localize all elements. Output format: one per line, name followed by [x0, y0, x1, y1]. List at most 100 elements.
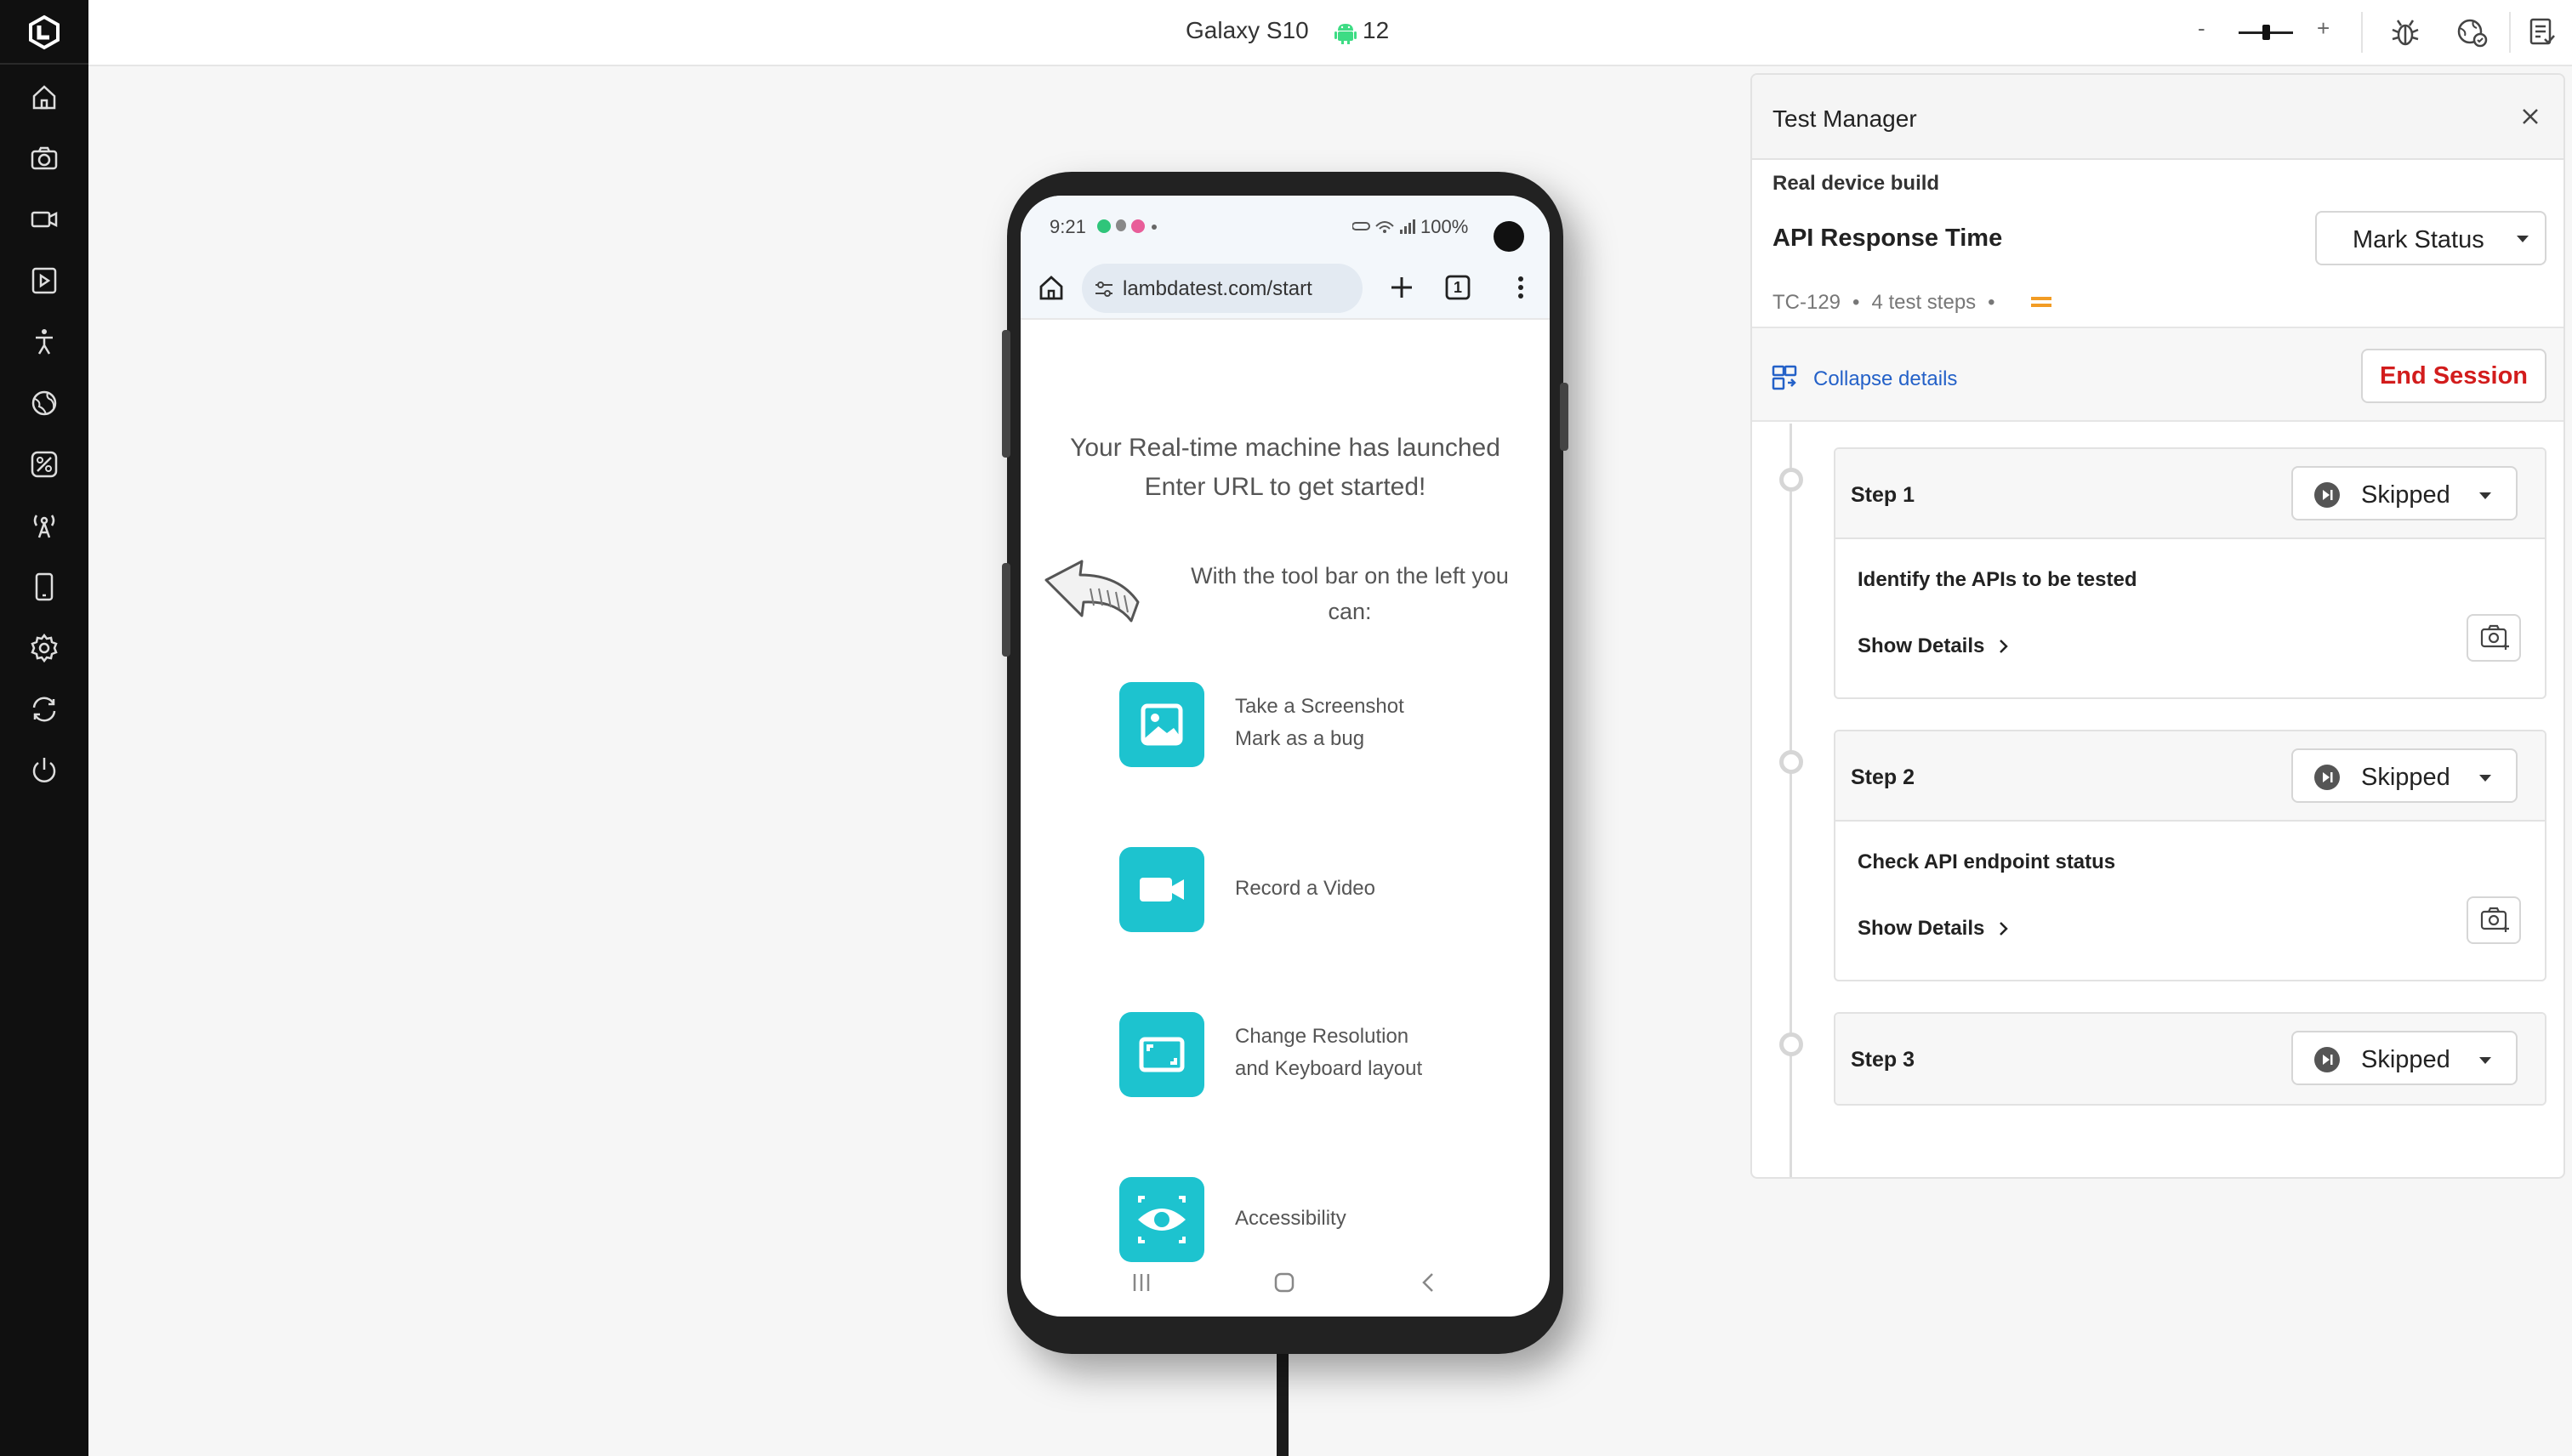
lambdatest-logo-icon[interactable] [26, 14, 63, 51]
step-count: 4 test steps [1871, 291, 1977, 314]
camera-plus-icon [2480, 907, 2509, 932]
globe-check-icon[interactable] [2453, 14, 2490, 51]
accessibility-icon[interactable] [27, 325, 61, 359]
step-title: Step 2 [1851, 765, 1915, 789]
add-screenshot-button[interactable] [2467, 614, 2521, 662]
device-icon[interactable] [27, 570, 61, 604]
feature-label: and Keyboard layout [1235, 1057, 1423, 1080]
android-home-icon[interactable] [1267, 1265, 1301, 1300]
android-icon [1332, 19, 1359, 46]
step-status-dropdown[interactable]: Skipped [2291, 1031, 2518, 1085]
android-nav-bar [1021, 1248, 1550, 1317]
settings-icon[interactable] [27, 631, 61, 665]
step-status-label: Skipped [2361, 764, 2450, 791]
browser-home-icon[interactable] [1036, 272, 1067, 303]
camera-icon[interactable] [27, 141, 61, 175]
step-header: Step 2 Skipped [1835, 731, 2545, 822]
step-status-label: Skipped [2361, 481, 2450, 509]
notification-icon [1097, 219, 1111, 233]
phone-side-button [1002, 330, 1010, 458]
media-icon[interactable] [27, 264, 61, 298]
skipped-icon [2313, 1046, 2341, 1073]
caret-down-icon [2516, 235, 2529, 243]
step-header: Step 1 Skipped [1835, 449, 2545, 539]
end-session-button[interactable]: End Session [2361, 349, 2546, 403]
step-card-1: Step 1 Skipped Identify the APIs to be t… [1834, 447, 2546, 699]
zoom-in-button[interactable]: + [2317, 15, 2330, 42]
show-details-link[interactable]: Show Details [1858, 634, 1984, 658]
skipped-icon [2313, 764, 2341, 791]
sidebar-divider [0, 63, 88, 65]
close-icon[interactable] [2518, 104, 2543, 129]
bug-icon[interactable] [2387, 14, 2424, 51]
step-card-2: Step 2 Skipped Check API endpoint status… [1834, 730, 2546, 981]
add-screenshot-button[interactable] [2467, 896, 2521, 944]
test-meta: TC-129 • 4 test steps • [1773, 291, 2007, 315]
browser-menu-icon[interactable] [1511, 272, 1531, 303]
test-manager-panel: Test Manager Real device build API Respo… [1750, 73, 2565, 1179]
chevron-right-icon[interactable] [1997, 636, 2011, 657]
test-manager-icon[interactable] [2523, 14, 2560, 51]
step-status-label: Skipped [2361, 1046, 2450, 1073]
test-id: TC-129 [1773, 291, 1841, 314]
url-text: lambdatest.com/start [1123, 277, 1312, 300]
step-header: Step 3 Skipped [1835, 1014, 2545, 1104]
location-icon[interactable] [27, 447, 61, 481]
switch-device-icon[interactable] [27, 692, 61, 726]
network-tower-icon[interactable] [27, 509, 61, 543]
step-title: Step 3 [1851, 1048, 1915, 1072]
video-icon[interactable] [27, 202, 61, 236]
url-bar[interactable]: lambdatest.com/start [1082, 264, 1363, 313]
zoom-out-button[interactable]: - [2198, 15, 2205, 42]
caret-down-icon [2478, 774, 2492, 782]
step-description: Identify the APIs to be tested [1858, 568, 2137, 591]
phone-side-button [1560, 383, 1568, 451]
priority-medium-icon [2029, 293, 2053, 311]
device-cable [1277, 1344, 1289, 1456]
chevron-right-icon[interactable] [1997, 919, 2011, 939]
video-camera-icon [1119, 847, 1204, 932]
signal-wifi-icon [1352, 218, 1419, 235]
phone-frame: 9:21 100% lambdatest.com/start 1 Your Re… [1002, 172, 1568, 1354]
arrow-sketch-icon [1043, 553, 1145, 638]
toolbar-intro-line: With the tool bar on the left you [1191, 563, 1509, 589]
test-manager-actions: Collapse details End Session [1752, 327, 2563, 422]
status-battery: 100% [1420, 216, 1469, 237]
home-icon[interactable] [27, 80, 61, 114]
tab-switcher-icon[interactable]: 1 [1442, 272, 1473, 303]
caret-down-icon [2478, 1056, 2492, 1065]
step-timeline-dot [1779, 468, 1803, 492]
mark-status-dropdown[interactable]: Mark Status [2315, 211, 2546, 265]
collapse-details-link[interactable]: Collapse details [1813, 367, 1957, 391]
zoom-slider[interactable] [2239, 22, 2293, 43]
step-timeline-dot [1779, 750, 1803, 774]
site-settings-icon[interactable] [1094, 279, 1114, 299]
step-timeline-dot [1779, 1032, 1803, 1056]
step-card-3: Step 3 Skipped [1834, 1012, 2546, 1106]
feature-label: Take a Screenshot [1235, 695, 1404, 718]
show-details-link[interactable]: Show Details [1858, 917, 1984, 941]
camera-plus-icon [2480, 624, 2509, 650]
test-name: API Response Time [1773, 225, 2003, 252]
power-icon[interactable] [27, 754, 61, 788]
new-tab-icon[interactable] [1386, 272, 1417, 303]
device-screen[interactable]: 9:21 100% lambdatest.com/start 1 Your Re… [1021, 196, 1550, 1317]
top-bar: Galaxy S10 12 - + [88, 0, 2572, 66]
recent-apps-icon[interactable] [1124, 1265, 1158, 1300]
android-back-icon[interactable] [1412, 1265, 1446, 1300]
globe-icon[interactable] [27, 386, 61, 420]
launch-title-line: Your Real-time machine has launched [1070, 434, 1500, 462]
collapse-icon[interactable] [1771, 364, 1798, 391]
left-sidebar [0, 0, 88, 1456]
step-status-dropdown[interactable]: Skipped [2291, 466, 2518, 520]
step-status-dropdown[interactable]: Skipped [2291, 748, 2518, 803]
build-name: Real device build [1773, 172, 1940, 195]
tab-count: 1 [1453, 279, 1462, 296]
toolbar-separator [2509, 12, 2511, 53]
step-body: Identify the APIs to be tested Show Deta… [1835, 539, 2545, 697]
image-icon [1119, 682, 1204, 767]
meta-separator: • [1852, 291, 1860, 314]
step-description: Check API endpoint status [1858, 850, 2116, 873]
toolbar-intro-line: can: [1328, 599, 1372, 624]
skipped-icon [2313, 481, 2341, 509]
